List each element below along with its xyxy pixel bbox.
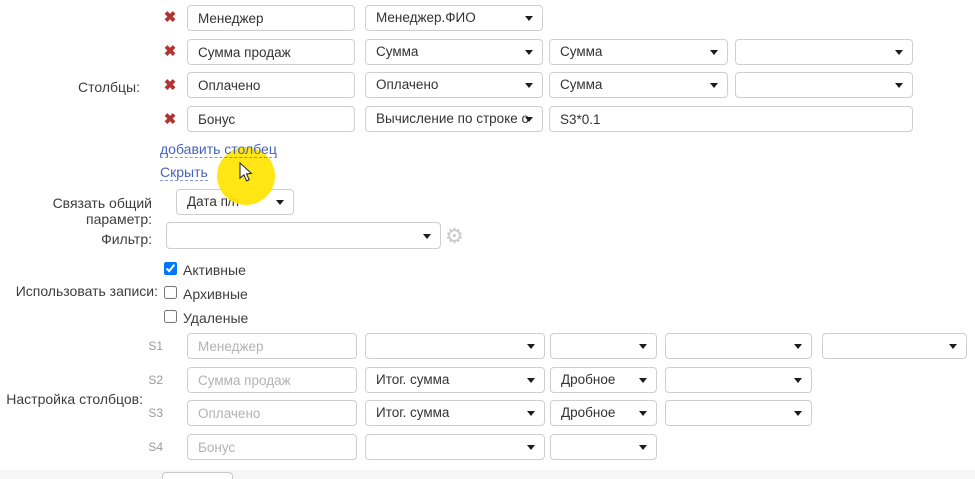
- settings-extra-select[interactable]: [665, 400, 812, 426]
- save-button-partial[interactable]: [162, 472, 233, 479]
- caret-down-icon: [639, 344, 647, 349]
- records-active-checkbox[interactable]: [164, 262, 177, 275]
- settings-extra-select[interactable]: [665, 333, 812, 359]
- settings-row-id: S1: [133, 339, 163, 353]
- column-source-select[interactable]: Оплачено: [365, 72, 543, 98]
- mouse-cursor-icon: [239, 162, 254, 183]
- caret-down-icon: [639, 445, 647, 450]
- column-source-select[interactable]: Сумма: [365, 39, 543, 65]
- delete-column-icon[interactable]: ✖: [162, 112, 178, 128]
- column-extra-select[interactable]: [735, 72, 913, 98]
- settings-section-label: Настройка столбцов:: [0, 391, 143, 407]
- caret-down-icon: [527, 344, 535, 349]
- caret-down-icon: [276, 200, 284, 205]
- filter-select[interactable]: [166, 222, 441, 249]
- settings-title-input[interactable]: [187, 400, 357, 426]
- column-formula-input[interactable]: [549, 106, 913, 132]
- caret-down-icon: [525, 117, 533, 122]
- column-extra-select[interactable]: [735, 39, 913, 65]
- column-source-select[interactable]: Менеджер.ФИО: [365, 5, 543, 31]
- caret-down-icon: [525, 83, 533, 88]
- column-aggregate-select[interactable]: Сумма: [549, 39, 728, 65]
- column-source-select[interactable]: Вычисление по строке о: [365, 106, 543, 132]
- caret-down-icon: [895, 50, 903, 55]
- caret-down-icon: [527, 445, 535, 450]
- selected-value: Менеджер.ФИО: [376, 10, 476, 25]
- caret-down-icon: [527, 411, 535, 416]
- settings-title-input[interactable]: [187, 367, 357, 393]
- caret-down-icon: [710, 50, 718, 55]
- settings-total-select[interactable]: Итог. сумма: [365, 367, 545, 393]
- caret-down-icon: [949, 344, 957, 349]
- checkbox-label: Активные: [183, 263, 246, 278]
- caret-down-icon: [895, 83, 903, 88]
- caret-down-icon: [527, 378, 535, 383]
- settings-extra2-select[interactable]: [822, 333, 967, 359]
- records-deleted-checkbox[interactable]: [164, 310, 177, 323]
- caret-down-icon: [794, 378, 802, 383]
- add-column-link[interactable]: добавить столбец: [160, 141, 277, 158]
- caret-down-icon: [710, 83, 718, 88]
- column-title-input[interactable]: [187, 5, 355, 31]
- filter-label: Фильтр:: [0, 231, 152, 247]
- checkbox-label: Удаленые: [183, 311, 248, 326]
- selected-value: Дробное: [561, 372, 615, 387]
- gear-icon[interactable]: ⚙: [445, 226, 464, 247]
- selected-value: Дробное: [561, 405, 615, 420]
- settings-title-input[interactable]: [187, 333, 357, 359]
- settings-row-id: S3: [133, 406, 163, 420]
- caret-down-icon: [639, 411, 647, 416]
- settings-row-id: S2: [133, 373, 163, 387]
- settings-format-select[interactable]: [550, 434, 657, 460]
- settings-row-id: S4: [133, 440, 163, 454]
- records-label: Использовать записи:: [0, 283, 158, 299]
- selected-value: Итог. сумма: [376, 372, 449, 387]
- settings-title-input[interactable]: [187, 434, 357, 460]
- page-background-strip: [0, 470, 975, 479]
- settings-extra-select[interactable]: [665, 367, 812, 393]
- delete-column-icon[interactable]: ✖: [162, 44, 178, 60]
- column-title-input[interactable]: [187, 39, 355, 65]
- column-aggregate-select[interactable]: Сумма: [549, 72, 728, 98]
- caret-down-icon: [794, 344, 802, 349]
- hide-link[interactable]: Скрыть: [160, 164, 208, 181]
- settings-total-select[interactable]: [365, 434, 545, 460]
- settings-format-select[interactable]: [550, 333, 657, 359]
- settings-total-select[interactable]: [365, 333, 545, 359]
- delete-column-icon[interactable]: ✖: [162, 10, 178, 26]
- settings-format-select[interactable]: Дробное: [550, 400, 657, 426]
- report-settings-panel: Столбцы: ✖ Менеджер.ФИО ✖ Сумма Сумма ✖ …: [0, 0, 975, 479]
- settings-total-select[interactable]: Итог. сумма: [365, 400, 545, 426]
- delete-column-icon[interactable]: ✖: [162, 78, 178, 94]
- caret-down-icon: [639, 378, 647, 383]
- selected-value: Сумма: [376, 44, 418, 59]
- column-title-input[interactable]: [187, 106, 355, 132]
- link-param-label: Связать общий параметр:: [0, 195, 152, 227]
- columns-section-label: Столбцы:: [0, 79, 140, 95]
- caret-down-icon: [794, 411, 802, 416]
- selected-value: Вычисление по строке о: [376, 111, 529, 126]
- selected-value: Сумма: [560, 44, 602, 59]
- caret-down-icon: [423, 234, 431, 239]
- settings-format-select[interactable]: Дробное: [550, 367, 657, 393]
- selected-value: Сумма: [560, 77, 602, 92]
- column-title-input[interactable]: [187, 72, 355, 98]
- checkbox-label: Архивные: [183, 287, 248, 302]
- caret-down-icon: [525, 50, 533, 55]
- caret-down-icon: [525, 16, 533, 21]
- records-archive-checkbox[interactable]: [164, 286, 177, 299]
- selected-value: Итог. сумма: [376, 405, 449, 420]
- selected-value: Оплачено: [376, 77, 438, 92]
